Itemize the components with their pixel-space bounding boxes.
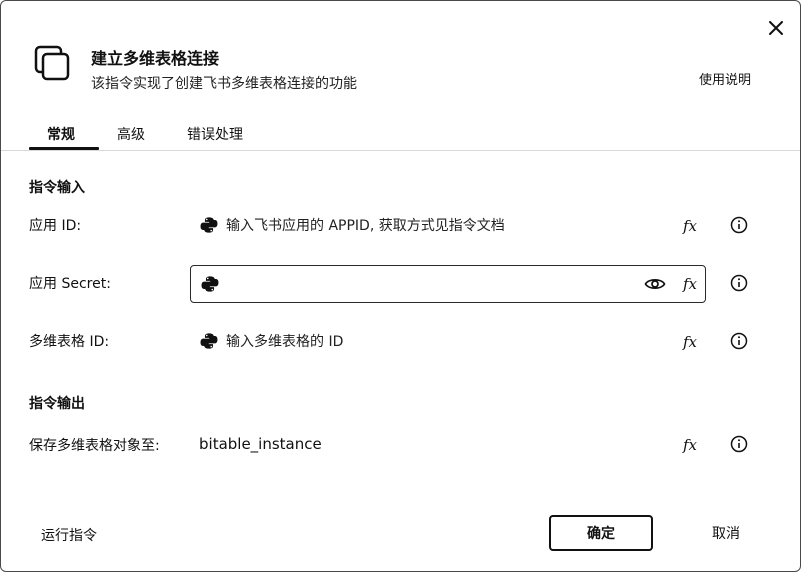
dialog-title: 建立多维表格连接	[91, 49, 220, 68]
python-icon	[201, 276, 219, 292]
help-link[interactable]: 使用说明	[699, 69, 751, 88]
app-id-placeholder: 输入飞书应用的 APPID, 获取方式见指令文档	[226, 218, 505, 234]
close-icon	[769, 21, 783, 35]
app-id-label: 应用 ID:	[29, 218, 82, 234]
fx-button-bitable-id[interactable]: fx	[679, 331, 701, 353]
tab-divider	[1, 150, 800, 151]
bitable-id-label: 多维表格 ID:	[29, 334, 110, 350]
info-icon[interactable]	[730, 274, 748, 292]
save-bitable-input[interactable]: bitable_instance	[190, 426, 682, 462]
fx-button-output[interactable]: fx	[679, 434, 701, 456]
fx-button-app-id[interactable]: fx	[679, 215, 701, 237]
bitable-id-input[interactable]: 输入多维表格的 ID	[190, 323, 682, 359]
info-icon[interactable]	[730, 216, 748, 234]
save-bitable-label: 保存多维表格对象至:	[29, 438, 160, 454]
tab-advanced[interactable]: 高级	[117, 124, 145, 144]
python-icon	[200, 333, 218, 349]
run-command-button[interactable]: 运行指令	[41, 525, 97, 545]
eye-icon[interactable]	[644, 275, 666, 293]
info-icon[interactable]	[730, 332, 748, 350]
tab-general[interactable]: 常规	[47, 124, 75, 144]
dialog-subtitle: 该指令实现了创建飞书多维表格连接的功能	[91, 76, 357, 92]
input-section-title: 指令输入	[29, 180, 85, 196]
app-id-input[interactable]: 输入飞书应用的 APPID, 获取方式见指令文档	[190, 207, 682, 243]
tab-error-handling[interactable]: 错误处理	[187, 124, 243, 144]
python-icon	[200, 217, 218, 233]
cancel-button[interactable]: 取消	[693, 515, 759, 551]
output-section-title: 指令输出	[29, 396, 85, 412]
info-icon[interactable]	[730, 435, 748, 453]
ok-button[interactable]: 确定	[549, 515, 653, 551]
bitable-id-placeholder: 输入多维表格的 ID	[226, 334, 344, 350]
copy-icon	[34, 45, 70, 81]
fx-button-app-secret[interactable]: fx	[679, 273, 701, 295]
save-bitable-value: bitable_instance	[199, 435, 322, 453]
app-secret-label: 应用 Secret:	[29, 276, 111, 292]
app-secret-input[interactable]	[190, 265, 706, 303]
close-button[interactable]	[765, 17, 787, 39]
ok-button-label: 确定	[587, 526, 615, 542]
dialog: 建立多维表格连接 该指令实现了创建飞书多维表格连接的功能 使用说明 常规 高级 …	[0, 0, 801, 572]
